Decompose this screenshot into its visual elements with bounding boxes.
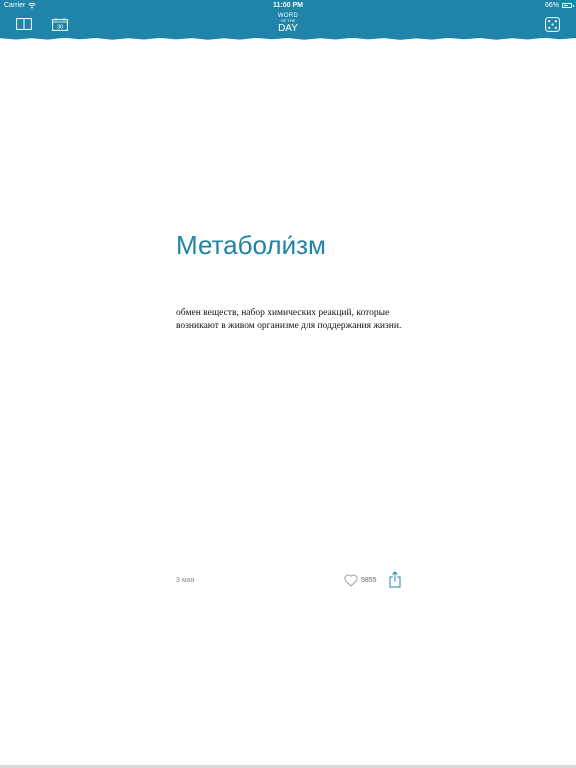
share-icon[interactable] (388, 570, 402, 589)
app-logo: WORD OF THE DAY (270, 13, 306, 37)
heart-icon[interactable] (343, 573, 359, 588)
calendar-date: 30 (57, 24, 63, 30)
word-title: Метаболи́зм (176, 230, 326, 260)
word-definition: обмен веществ, набор химических реакций,… (176, 308, 402, 331)
dice-icon[interactable] (543, 16, 561, 32)
calendar-icon[interactable]: 30 (51, 16, 69, 32)
battery-icon (562, 3, 574, 8)
book-icon[interactable] (15, 16, 33, 32)
battery-percentage: 66% (544, 2, 559, 9)
status-bar: Carrier 11:00 PM 66% (0, 0, 576, 12)
logo-day: DAY (278, 23, 298, 34)
word-date: 3 мая (176, 577, 195, 584)
like-count: 5855 (361, 577, 377, 584)
clock: 11:00 PM (273, 2, 303, 9)
torn-edge (0, 36, 576, 40)
nav-bar: 30 WORD OF THE DAY (0, 12, 576, 38)
